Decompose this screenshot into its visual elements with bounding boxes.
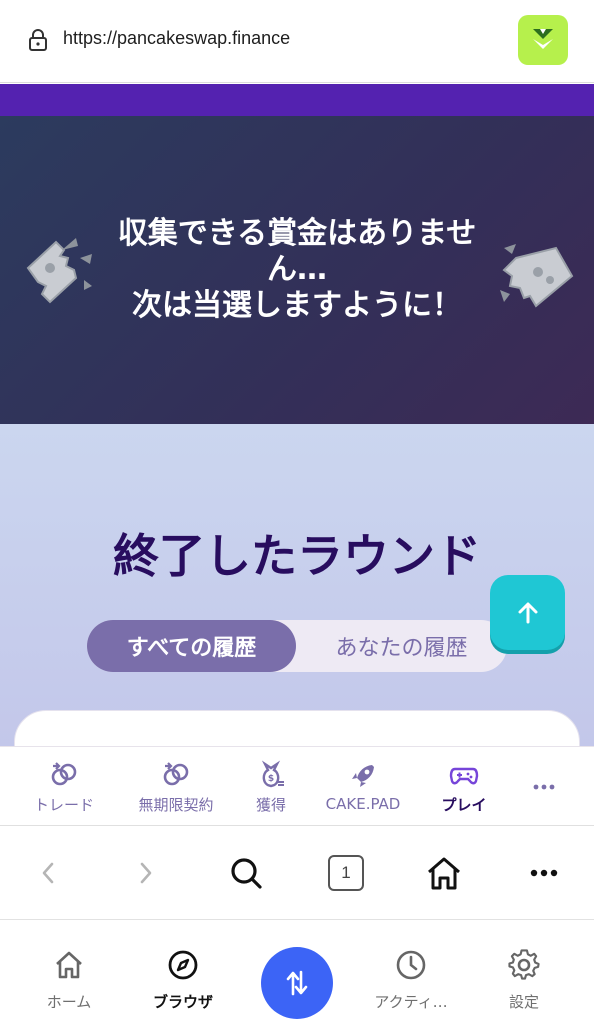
gear-icon [508, 949, 540, 980]
tab-settings[interactable]: 設定 [469, 921, 579, 1024]
tabs-button[interactable]: 1 [326, 853, 366, 893]
gamepad-icon [449, 767, 479, 784]
home-button[interactable] [424, 853, 464, 893]
swap-icon [286, 970, 308, 996]
tab-activity[interactable]: アクティ… [356, 921, 466, 1024]
tab-count: 1 [328, 855, 364, 891]
pancakeswap-bottom-nav: トレード 無期限契約 $ 獲得 CAKE.PAD プレイ [0, 746, 594, 826]
nav-perpetual[interactable]: 無期限契約 [130, 747, 222, 827]
tab-activity-label: アクティ… [374, 993, 448, 1011]
nav-cakepad[interactable]: CAKE.PAD [320, 747, 406, 827]
search-button[interactable] [226, 853, 266, 893]
chevron-right-icon [140, 862, 152, 884]
compass-icon [168, 950, 198, 980]
perpetual-icon [163, 761, 189, 785]
nav-more[interactable] [524, 747, 564, 827]
earn-icon: $ [261, 759, 284, 787]
wallet-logo-glyph [533, 29, 553, 49]
menu-button[interactable] [524, 853, 564, 893]
browser-nav-bar: 1 [0, 826, 594, 920]
arrow-up-icon [518, 602, 537, 623]
forward-button[interactable] [126, 853, 166, 893]
house-icon [428, 857, 460, 890]
nav-trade[interactable]: トレード [24, 747, 104, 827]
search-icon [231, 858, 262, 889]
nav-cakepad-label: CAKE.PAD [325, 795, 401, 813]
nav-play-label: プレイ [441, 795, 487, 814]
chevron-left-icon [42, 862, 54, 884]
tab-home[interactable]: ホーム [14, 921, 124, 1024]
more-icon [533, 784, 555, 790]
nav-play[interactable]: プレイ [428, 747, 500, 827]
nav-trade-label: トレード [33, 795, 94, 814]
wallet-logo-icon[interactable] [518, 15, 568, 65]
nav-earn-label: 獲得 [255, 795, 286, 814]
no-prize-message-line3: 次は当選しますように！ [132, 288, 462, 323]
nav-perpetual-label: 無期限契約 [138, 795, 214, 814]
url-text[interactable]: https://pancakeswap.finance [63, 28, 290, 49]
scroll-to-top-button[interactable] [490, 575, 565, 650]
tab-settings-label: 設定 [508, 993, 539, 1011]
no-prize-message-line1: 収集できる賞金はありませ [117, 216, 477, 251]
torn-ticket-right-icon [500, 244, 574, 308]
history-toggle: すべての履歴 あなたの履歴 [87, 620, 507, 672]
ellipsis-icon [530, 869, 558, 877]
tab-home-label: ホーム [46, 993, 92, 1011]
torn-ticket-left-icon [26, 238, 92, 304]
tab-all-history[interactable]: すべての履歴 [87, 620, 296, 672]
clock-icon [396, 950, 426, 980]
svg-text:$: $ [268, 774, 274, 784]
swap-button[interactable] [261, 947, 333, 1019]
url-bar[interactable]: https://pancakeswap.finance [0, 0, 594, 83]
back-button[interactable] [28, 853, 68, 893]
nav-earn[interactable]: $ 獲得 [241, 747, 301, 827]
no-prize-message-line2: ん… [267, 252, 327, 287]
no-prize-message: 収集できる賞金はありませ ん… 次は当選しますように！ [100, 216, 494, 324]
tab-browser-label: ブラウザ [152, 993, 213, 1011]
tab-your-history[interactable]: あなたの履歴 [296, 620, 507, 672]
tab-browser[interactable]: ブラウザ [128, 921, 238, 1024]
site-header-strip [0, 84, 594, 116]
lock-icon [29, 29, 47, 51]
rocket-icon [352, 765, 374, 787]
trade-icon [51, 761, 77, 785]
home-icon [56, 951, 82, 979]
no-prize-banner: 収集できる賞金はありませ ん… 次は当選しますように！ [0, 116, 594, 424]
wallet-tab-bar: ホーム ブラウザ アクティ… 設定 [0, 921, 594, 1024]
